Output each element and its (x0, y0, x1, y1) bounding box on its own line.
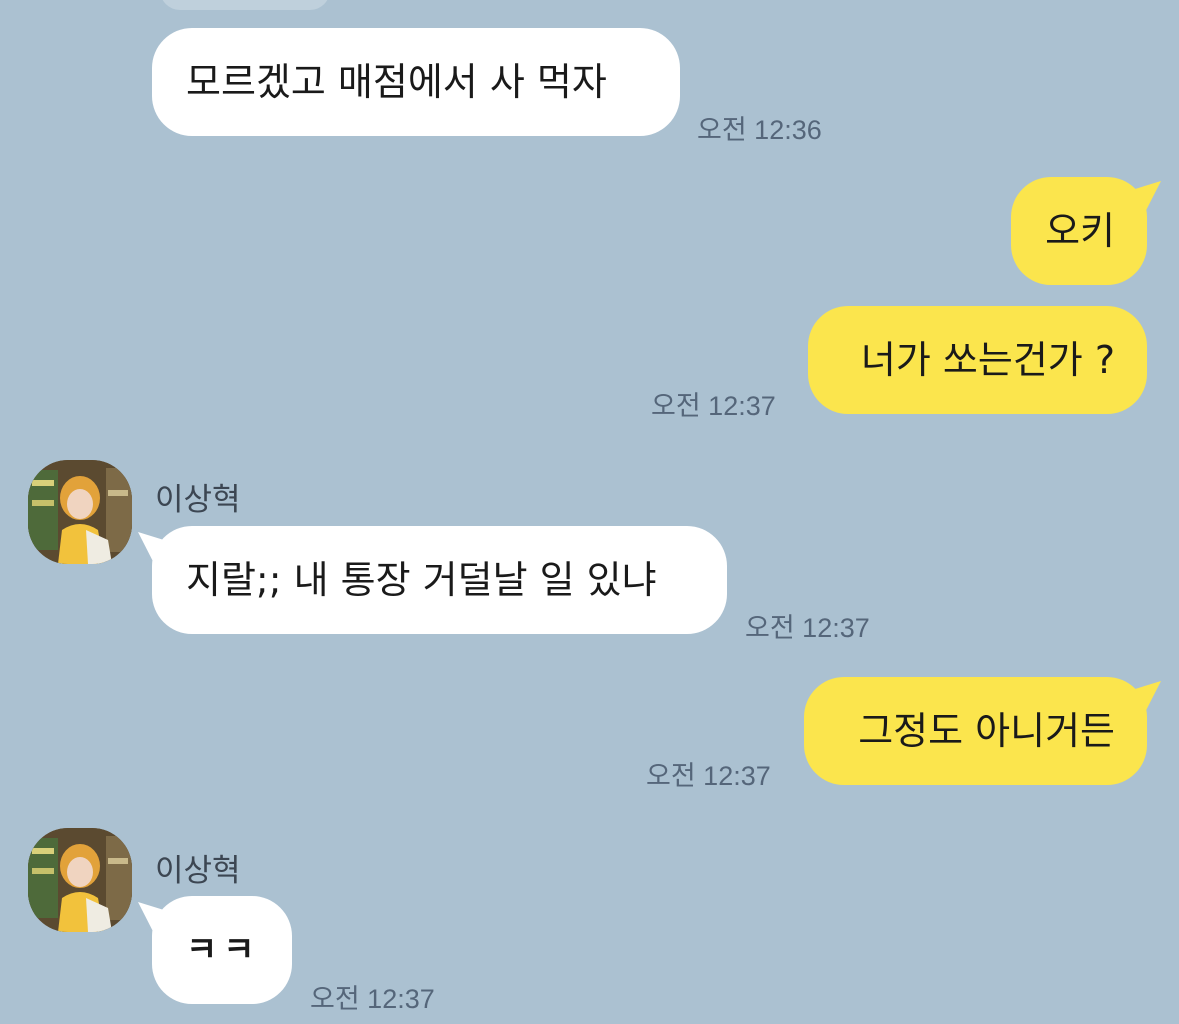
chat-room: 모르겠고 매점에서 사 먹자 오전 12:36 오키 너가 쏘는건가 ? 오전 … (0, 0, 1179, 1024)
message-bubble-outgoing[interactable]: 오키 (1011, 177, 1147, 285)
message-bubble-outgoing[interactable]: 그정도 아니거든 (804, 677, 1147, 785)
message-bubble-incoming[interactable]: 지랄;; 내 통장 거덜날 일 있냐 (152, 526, 727, 634)
sender-name: 이상혁 (155, 853, 241, 889)
avatar-photo-icon (28, 460, 132, 564)
message-text: 그정도 아니거든 (858, 709, 1115, 753)
message-text: 너가 쏘는건가 ? (860, 338, 1115, 382)
message-timestamp: 오전 12:37 (646, 761, 771, 791)
message-timestamp: 오전 12:37 (310, 984, 435, 1014)
sender-avatar[interactable] (28, 828, 132, 932)
message-bubble-outgoing[interactable]: 너가 쏘는건가 ? (808, 306, 1147, 414)
message-timestamp: 오전 12:37 (651, 391, 776, 421)
sender-avatar[interactable] (28, 460, 132, 564)
previous-message-bubble (160, 0, 330, 10)
message-text: ㅋㅋ (186, 930, 261, 970)
message-text: 오키 (1045, 209, 1115, 253)
message-bubble-incoming[interactable]: ㅋㅋ (152, 896, 292, 1004)
sender-name: 이상혁 (155, 482, 241, 518)
message-text: 모르겠고 매점에서 사 먹자 (186, 60, 607, 104)
message-text: 지랄;; 내 통장 거덜날 일 있냐 (186, 558, 657, 602)
message-timestamp: 오전 12:37 (745, 613, 870, 643)
message-timestamp: 오전 12:36 (697, 115, 822, 145)
avatar-photo-icon (28, 828, 132, 932)
message-bubble-incoming[interactable]: 모르겠고 매점에서 사 먹자 (152, 28, 680, 136)
